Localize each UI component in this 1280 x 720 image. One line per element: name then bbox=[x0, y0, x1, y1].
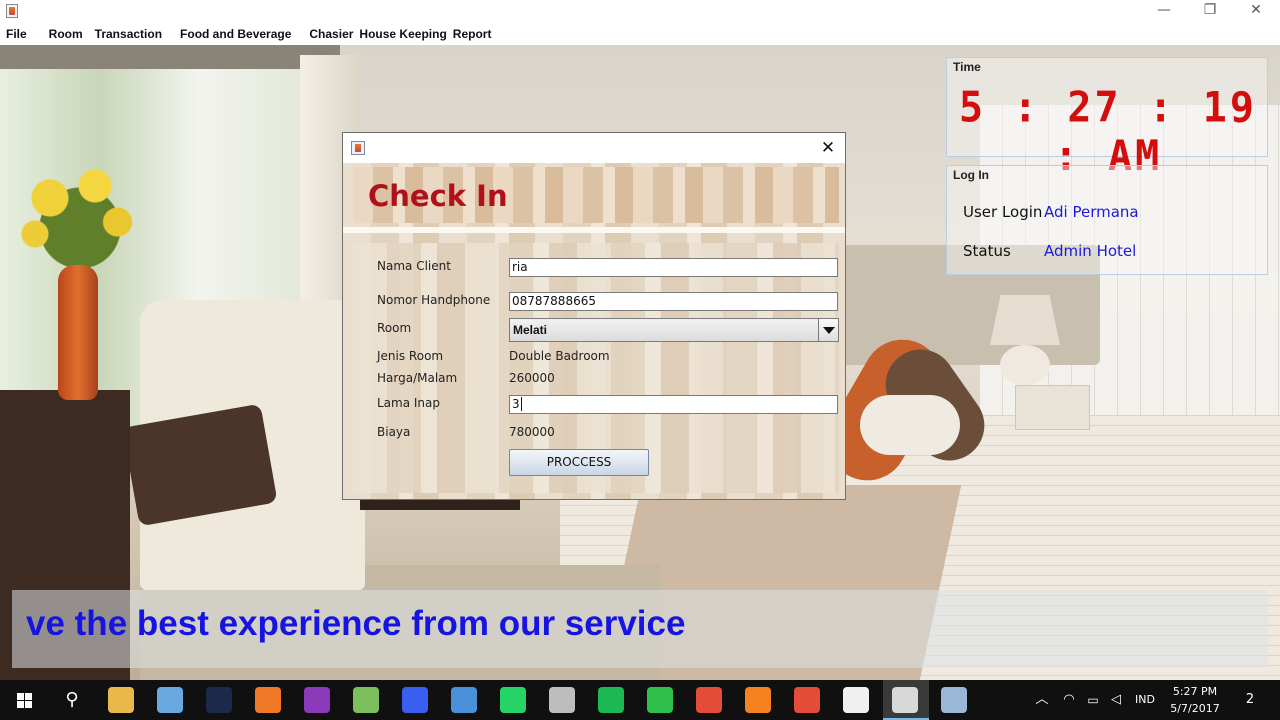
dialog-close-button[interactable]: ✕ bbox=[817, 137, 839, 159]
taskbar-date: 5/7/2017 bbox=[1170, 702, 1220, 715]
lama-inap-input-text: 3 bbox=[512, 397, 520, 411]
photoshop-icon[interactable] bbox=[206, 687, 232, 713]
firefox-icon[interactable] bbox=[745, 687, 771, 713]
nomor-handphone-input[interactable]: 08787888665 bbox=[509, 292, 838, 311]
room-select[interactable]: Melati bbox=[509, 318, 839, 342]
chevron-down-icon[interactable] bbox=[818, 319, 838, 341]
volume-icon[interactable]: ◁ bbox=[1105, 680, 1127, 720]
process-button[interactable]: PROCCESS bbox=[509, 449, 649, 476]
battery-icon[interactable]: ▭ bbox=[1082, 680, 1104, 720]
title-bar: — ❐ ✕ bbox=[0, 0, 1280, 22]
status-value: Admin Hotel bbox=[1044, 242, 1137, 260]
close-button[interactable]: ✕ bbox=[1233, 0, 1279, 22]
nama-client-label: Nama Client bbox=[377, 259, 451, 273]
notification-icon[interactable]: 2 bbox=[1236, 680, 1264, 720]
bg-blind bbox=[0, 45, 340, 69]
jenis-room-label: Jenis Room bbox=[377, 349, 444, 363]
network-app-icon[interactable] bbox=[451, 687, 477, 713]
menu-house-keeping[interactable]: House Keeping bbox=[353, 27, 446, 41]
bg-lamp-shade bbox=[990, 295, 1060, 345]
login-panel-title: Log In bbox=[953, 168, 989, 182]
time-panel: Time 5 : 27 : 19 : AM bbox=[946, 57, 1268, 180]
minimize-button[interactable]: — bbox=[1141, 0, 1187, 22]
virtualbox-icon[interactable] bbox=[157, 687, 183, 713]
marquee-text: ve the best experience from our service bbox=[26, 604, 686, 643]
biaya-value: 780000 bbox=[509, 425, 555, 439]
java-icon bbox=[351, 141, 365, 155]
java-app-icon bbox=[6, 4, 18, 18]
bg-nightstand bbox=[1015, 385, 1090, 430]
bg-lamp-base bbox=[1000, 345, 1050, 385]
status-label: Status bbox=[963, 242, 1011, 260]
room-select-value: Melati bbox=[513, 323, 548, 337]
menu-bar: File Room Transaction Food and Beverage … bbox=[0, 22, 1280, 45]
android-studio-icon[interactable] bbox=[353, 687, 379, 713]
app-gray-icon[interactable] bbox=[549, 687, 575, 713]
start-button[interactable] bbox=[0, 680, 48, 720]
whatsapp-icon[interactable] bbox=[500, 687, 526, 713]
windows-icon-part bbox=[25, 693, 32, 700]
time-panel-title: Time bbox=[953, 60, 981, 74]
dialog-body: Check In Nama Client ria Nomor Handphone… bbox=[343, 163, 845, 499]
text-cursor bbox=[520, 397, 522, 411]
check-in-dialog: ✕ Check In Nama Client ria Nomor Handpho… bbox=[342, 132, 846, 500]
app-blue-icon[interactable] bbox=[402, 687, 428, 713]
nomor-handphone-label: Nomor Handphone bbox=[377, 293, 491, 307]
menu-file[interactable]: File bbox=[0, 27, 43, 41]
xampp-icon[interactable] bbox=[255, 687, 281, 713]
harga-malam-label: Harga/Malam bbox=[377, 371, 458, 385]
user-login-label: User Login bbox=[963, 203, 1043, 221]
notification-count: 2 bbox=[1245, 692, 1255, 707]
taskbar: ⚲ ︿ ◠ ▭ ◁ IND 5:27 PM 5/7/2017 2 bbox=[0, 680, 1280, 720]
dialog-header-banner: Check In bbox=[353, 167, 839, 223]
windows-icon bbox=[17, 693, 24, 700]
app-green-icon[interactable] bbox=[647, 687, 673, 713]
maximize-button[interactable]: ❐ bbox=[1187, 0, 1233, 22]
bg-vase bbox=[58, 265, 98, 400]
file-explorer-icon[interactable] bbox=[108, 687, 134, 713]
taskbar-clock[interactable]: 5:27 PM 5/7/2017 bbox=[1160, 683, 1230, 717]
user-login-value: Adi Permana bbox=[1044, 203, 1139, 221]
phpstorm-icon[interactable] bbox=[304, 687, 330, 713]
search-icon[interactable]: ⚲ bbox=[52, 680, 92, 720]
dialog-divider bbox=[343, 227, 845, 233]
tray-chevron-icon[interactable]: ︿ bbox=[1030, 680, 1054, 720]
biaya-label: Biaya bbox=[377, 425, 411, 439]
lama-inap-label: Lama Inap bbox=[377, 396, 441, 410]
dialog-heading: Check In bbox=[368, 179, 508, 213]
bg-pillow-white bbox=[860, 395, 960, 455]
taskbar-time: 5:27 PM bbox=[1172, 685, 1218, 698]
java-icon[interactable] bbox=[892, 687, 918, 713]
login-panel: Log In User Login Adi Permana Status Adm… bbox=[946, 165, 1268, 275]
app-circle-icon[interactable] bbox=[843, 687, 869, 713]
nama-client-input[interactable]: ria bbox=[509, 258, 838, 277]
language-indicator[interactable]: IND bbox=[1128, 680, 1162, 720]
marquee-banner: ve the best experience from our service bbox=[12, 590, 1268, 668]
menu-chasier[interactable]: Chasier bbox=[303, 27, 353, 41]
windows-icon-part bbox=[17, 701, 24, 708]
harga-malam-value: 260000 bbox=[509, 371, 555, 385]
wifi-icon[interactable]: ◠ bbox=[1058, 680, 1080, 720]
spotify-icon[interactable] bbox=[598, 687, 624, 713]
chrome-icon[interactable] bbox=[696, 687, 722, 713]
menu-report[interactable]: Report bbox=[447, 27, 498, 41]
check-in-form: Nama Client ria Nomor Handphone 08787888… bbox=[353, 243, 839, 493]
menu-room[interactable]: Room bbox=[43, 27, 89, 41]
windows-icon-part bbox=[25, 701, 32, 708]
lama-inap-input[interactable]: 3 bbox=[509, 395, 838, 414]
dialog-title-bar: ✕ bbox=[343, 133, 845, 163]
jenis-room-value: Double Badroom bbox=[509, 349, 610, 363]
menu-transaction[interactable]: Transaction bbox=[89, 27, 174, 41]
room-label: Room bbox=[377, 321, 412, 335]
menu-food-and-beverage[interactable]: Food and Beverage bbox=[174, 27, 303, 41]
app-paint-icon[interactable] bbox=[941, 687, 967, 713]
bg-flowers bbox=[5, 150, 155, 270]
chrome-2-icon[interactable] bbox=[794, 687, 820, 713]
